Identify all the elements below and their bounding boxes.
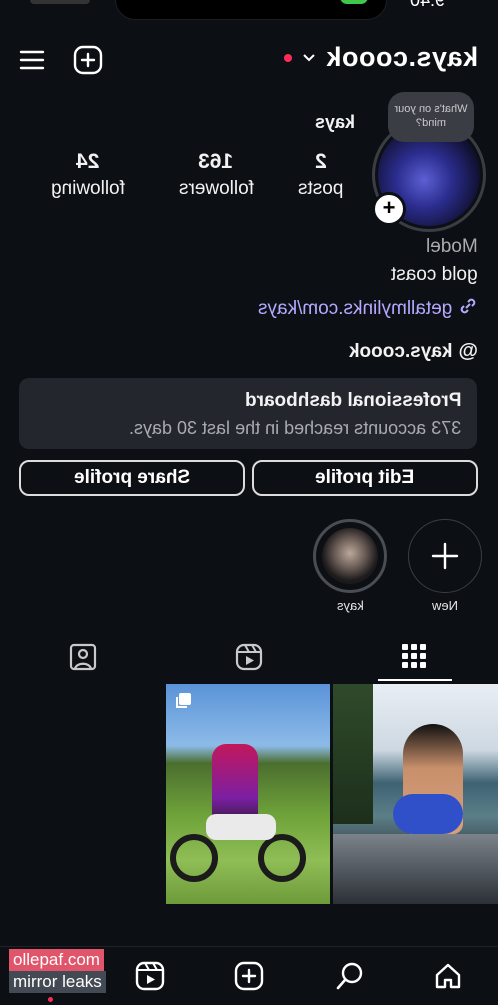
highlight-label-new: New — [431, 598, 458, 613]
grid-tab-icon[interactable] — [401, 643, 427, 674]
status-icons — [30, 0, 90, 4]
bike-body — [206, 814, 276, 840]
highlight-label-kays: kays — [336, 598, 364, 613]
new-highlight-button[interactable] — [408, 519, 482, 593]
wheel-shape — [170, 834, 218, 882]
chevron-down-icon — [300, 49, 318, 67]
call-indicator — [340, 0, 368, 4]
watermark-line-2: mirror leaks — [9, 971, 106, 993]
threads-badge[interactable]: @ kays.coook — [349, 340, 478, 363]
add-story-icon[interactable]: + — [372, 192, 406, 226]
dashboard-title: Professional dashboard — [244, 390, 461, 411]
status-time: 9:40 — [410, 0, 446, 10]
stat-followers[interactable]: 163 followers — [168, 150, 264, 200]
swimwear-shape — [393, 794, 463, 834]
account-switcher[interactable]: kays.coook — [283, 42, 478, 73]
display-name: kays — [314, 112, 355, 132]
create-icon[interactable] — [72, 44, 104, 76]
stat-following[interactable]: 24 following — [40, 150, 136, 200]
hamburger-icon[interactable] — [16, 44, 48, 76]
stat-posts[interactable]: 2 posts — [286, 150, 356, 200]
bio-location: gold coast — [391, 264, 478, 285]
link-icon — [458, 296, 478, 322]
create-post-icon[interactable] — [234, 961, 264, 996]
professional-dashboard[interactable]: Professional dashboard 373 accounts reac… — [19, 378, 477, 449]
reels-tab-icon[interactable] — [235, 643, 263, 676]
post-thumbnail-motocross[interactable] — [166, 684, 330, 904]
note-bubble[interactable]: What's on your mind? — [388, 92, 474, 142]
multi-photo-icon — [174, 692, 192, 710]
reels-icon[interactable] — [135, 961, 165, 996]
category-label: Model — [426, 236, 478, 257]
jetski-seat — [333, 834, 498, 904]
share-profile-button[interactable]: Share profile — [19, 460, 245, 496]
dashboard-subtitle: 373 accounts reached in the last 30 days… — [128, 418, 461, 438]
notification-dot — [283, 53, 292, 62]
home-icon[interactable] — [433, 961, 463, 996]
username: kays.coook — [325, 42, 478, 72]
threads-icon: @ — [458, 340, 478, 362]
search-icon[interactable] — [335, 961, 365, 996]
wheel-shape — [258, 834, 306, 882]
post-thumbnail-jetski[interactable] — [333, 684, 498, 904]
tree-shape — [333, 684, 373, 824]
highlight-cover — [322, 528, 378, 584]
highlight-kays[interactable] — [313, 519, 387, 593]
edit-profile-button[interactable]: Edit profile — [252, 460, 478, 496]
active-tab-indicator — [378, 679, 452, 681]
watermark-line-1: ollepaf.com — [9, 949, 104, 971]
tagged-tab-icon[interactable] — [69, 643, 97, 676]
bio-link[interactable]: getallmylinks.com/kays — [258, 296, 478, 322]
notification-dot — [48, 997, 53, 1002]
